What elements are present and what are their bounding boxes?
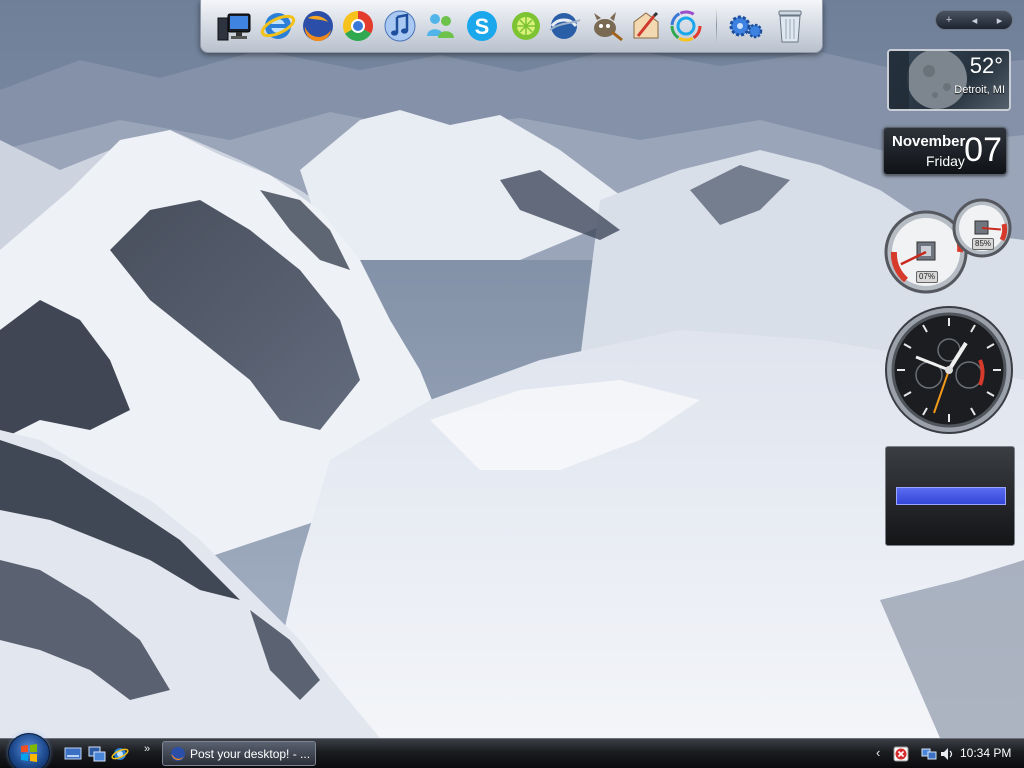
security-alert-icon[interactable]	[893, 746, 909, 762]
next-gadgets-button[interactable]: ▸	[997, 14, 1003, 27]
cpu-meter-gadget[interactable]: 07% 85%	[884, 196, 1012, 296]
desktop-wallpaper	[0, 0, 1024, 738]
start-button[interactable]	[8, 733, 50, 768]
memory-percent-label: 85%	[972, 238, 995, 250]
weather-location: Detroit, MI	[954, 84, 1005, 96]
windows-logo-icon	[21, 744, 37, 762]
network-icon[interactable]	[921, 746, 937, 762]
settings-gears-icon[interactable]	[727, 7, 765, 45]
task-button-label: Post your desktop! - ...	[190, 746, 311, 761]
google-earth-icon[interactable]	[545, 7, 583, 45]
messenger-icon[interactable]	[421, 7, 459, 45]
date-gadget[interactable]: November Friday 07	[883, 127, 1007, 175]
task-button-firefox[interactable]: Post your desktop! - ...	[162, 741, 316, 766]
skype-icon[interactable]: S	[463, 7, 501, 45]
add-gadget-button[interactable]: +	[946, 14, 952, 26]
firefox-icon[interactable]	[299, 7, 337, 45]
quick-launch-more-button[interactable]: »	[144, 743, 150, 755]
limewire-icon[interactable]	[507, 7, 545, 45]
paint-icon[interactable]	[627, 7, 665, 45]
switch-windows-icon[interactable]	[88, 746, 106, 762]
internet-explorer-icon[interactable]	[259, 7, 297, 45]
taskbar: » Post your desktop! - ... ‹ 10:34 PM	[0, 733, 1024, 768]
internet-explorer-quicklaunch-icon[interactable]	[111, 746, 129, 762]
gimp-icon[interactable]	[587, 7, 625, 45]
itunes-icon[interactable]	[381, 7, 419, 45]
date-month: November	[892, 133, 966, 150]
clock-gadget[interactable]	[884, 305, 1014, 435]
weather-temperature: 52°	[969, 53, 1003, 78]
application-dock: S	[200, 0, 823, 53]
volume-icon[interactable]	[939, 746, 955, 762]
media-progress-bar	[896, 487, 1006, 505]
cpu-percent-label: 07%	[916, 271, 939, 283]
date-weekday: Friday	[926, 153, 965, 169]
show-desktop-icon[interactable]	[64, 746, 82, 762]
previous-gadgets-button[interactable]: ◂	[972, 14, 978, 27]
media-gadget[interactable]	[885, 446, 1015, 546]
weather-gadget[interactable]: 52° Detroit, MI	[887, 49, 1011, 111]
svg-text:S: S	[475, 14, 490, 39]
computer-icon[interactable]	[215, 7, 253, 45]
taskbar-clock[interactable]: 10:34 PM	[960, 746, 1011, 760]
sidebar-controls: + ◂ ▸	[935, 10, 1013, 30]
picasa-icon[interactable]	[667, 7, 705, 45]
firefox-icon	[171, 746, 185, 761]
show-hidden-icons-button[interactable]: ‹	[876, 745, 880, 760]
date-day: 07	[964, 131, 1002, 169]
recycle-bin-icon[interactable]	[771, 7, 809, 45]
dock-separator	[716, 8, 717, 44]
chrome-icon[interactable]	[339, 7, 377, 45]
